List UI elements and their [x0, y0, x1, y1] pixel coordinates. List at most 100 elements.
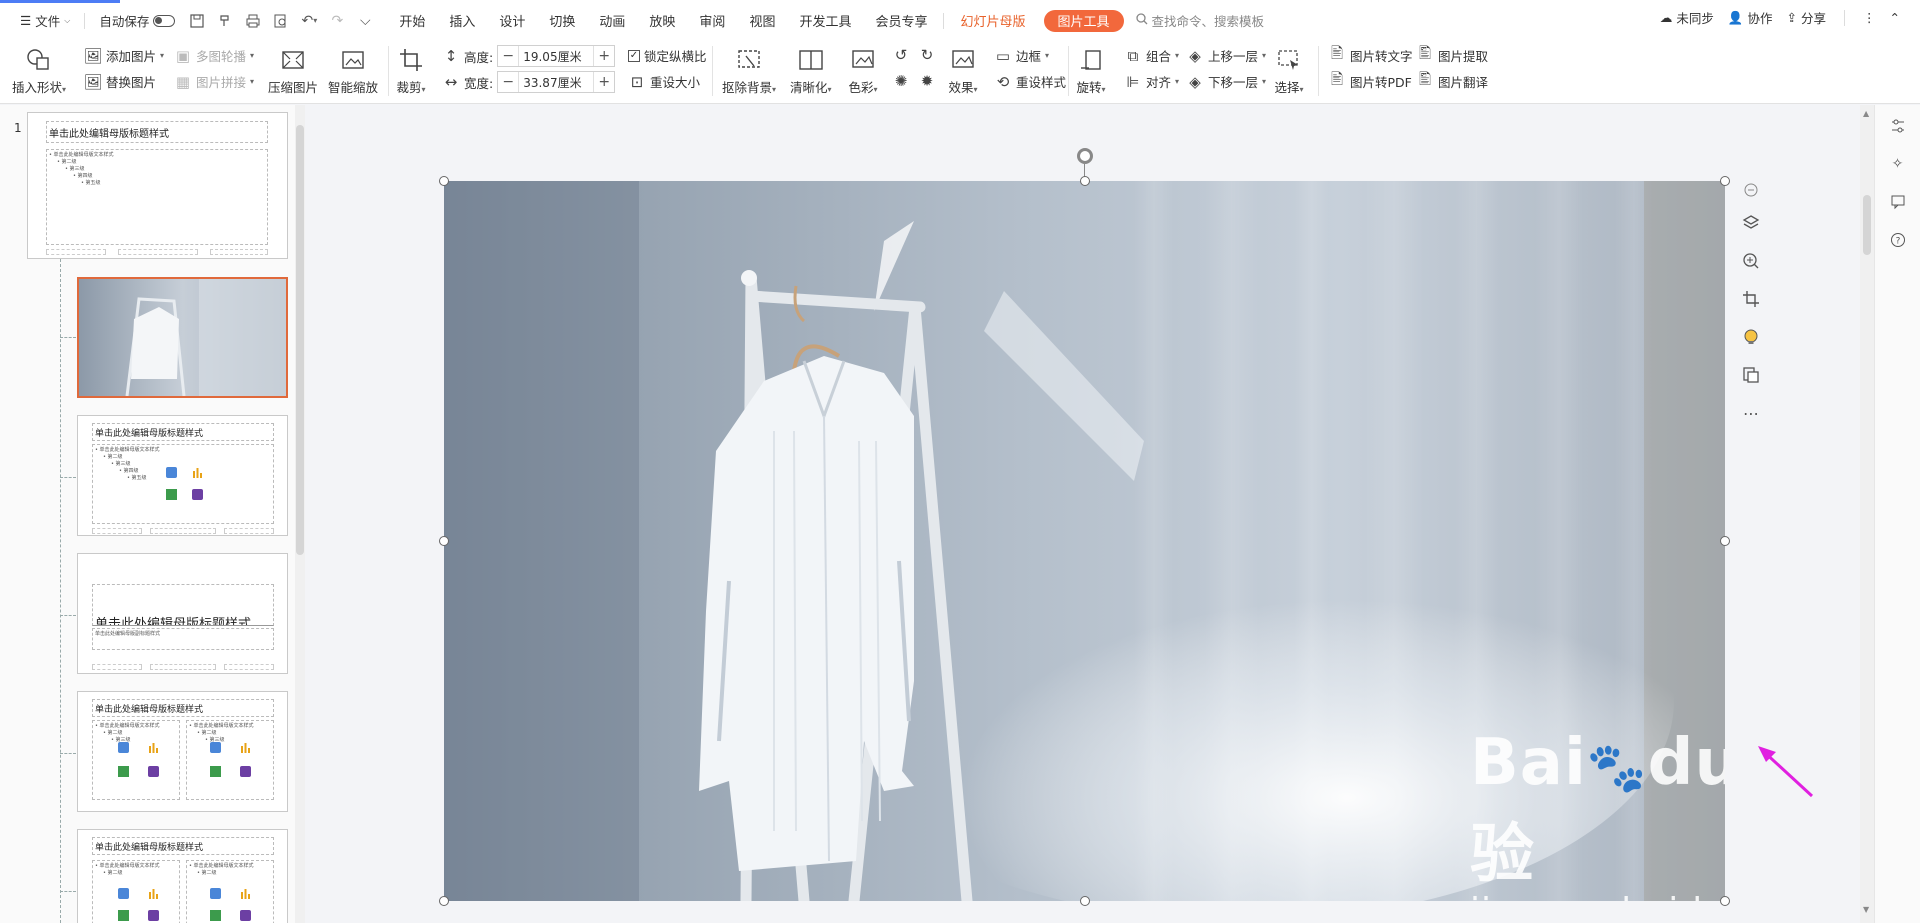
crop-button[interactable]: 裁剪▾	[396, 46, 426, 96]
picture-to-pdf-button[interactable]: 🖹 图片转PDF	[1328, 70, 1412, 91]
resize-handle-top-right[interactable]	[1720, 176, 1730, 186]
command-search[interactable]: 查找命令、搜索模板	[1135, 11, 1264, 30]
align-button[interactable]: ⊫ 对齐 ▾	[1124, 72, 1179, 91]
comment-icon[interactable]	[1887, 191, 1909, 213]
tab-picture-tools[interactable]: 图片工具	[1043, 9, 1124, 32]
print-icon[interactable]	[241, 9, 265, 33]
tab-home[interactable]: 开始	[387, 7, 437, 35]
resize-handle-left[interactable]	[439, 536, 449, 546]
height-input[interactable]	[518, 46, 595, 66]
picture-extract-button[interactable]: 🖺 图片提取	[1416, 44, 1488, 65]
tab-animation[interactable]: 动画	[587, 7, 637, 35]
checkbox-checked-icon[interactable]: ✓	[628, 49, 640, 62]
remove-background-button[interactable]: 抠除背景▾	[722, 46, 776, 96]
divider	[388, 46, 389, 96]
resize-handle-top[interactable]	[1080, 176, 1090, 186]
redo-icon[interactable]: ↷	[325, 9, 349, 33]
group-button[interactable]: ⧉ 组合 ▾	[1124, 46, 1179, 65]
undo-icon[interactable]: ↶ ▾	[297, 9, 321, 33]
layout-thumbnail[interactable]: 单击此处编辑母版标题样式 • 单击此处编辑母版文本样式 • 第二级 • 单击此处…	[77, 829, 288, 923]
color-button[interactable]: 色彩▾	[848, 46, 878, 96]
picture-translate-button[interactable]: 🖺 图片翻译	[1416, 70, 1488, 91]
width-decrement-button[interactable]: −	[498, 74, 518, 90]
scroll-up-icon[interactable]: ▲	[1863, 109, 1869, 118]
picture-collage-button[interactable]: ▦ 图片拼接 ▾	[174, 72, 254, 91]
tab-view[interactable]: 视图	[737, 7, 787, 35]
height-increment-button[interactable]: +	[594, 48, 614, 64]
reset-style-button[interactable]: ⟲ 重设样式	[994, 72, 1066, 91]
scrollbar-thumb[interactable]	[296, 125, 304, 555]
rotate-button[interactable]: 旋转▾	[1076, 46, 1106, 96]
width-input[interactable]	[518, 72, 595, 92]
layers-icon[interactable]	[1738, 210, 1764, 236]
tab-member[interactable]: 会员专享	[863, 7, 939, 35]
save-icon[interactable]	[185, 9, 209, 33]
resize-handle-bottom[interactable]	[1080, 896, 1090, 906]
select-button[interactable]: 选择▾	[1274, 46, 1304, 96]
sync-button[interactable]: ☁ 未同步	[1660, 8, 1714, 27]
scrollbar-thumb[interactable]	[1863, 195, 1871, 255]
share-button[interactable]: ⇪ 分享	[1787, 8, 1827, 27]
selected-picture[interactable]: Bai🐾du经验 jingyan.baidu.com	[444, 181, 1725, 901]
effects-button[interactable]: 效果▾	[948, 46, 978, 96]
more-quick-access-icon[interactable]: ⌵	[353, 9, 377, 33]
adjust-sliders-icon[interactable]	[1887, 115, 1909, 137]
layout-connector	[60, 337, 76, 338]
thumbnail-scrollbar[interactable]	[295, 105, 305, 923]
sharpen-button[interactable]: 清晰化▾	[790, 46, 832, 96]
add-picture-button[interactable]: 🖼 添加图片 ▾	[83, 46, 164, 65]
magic-wand-icon[interactable]: ✧	[1887, 153, 1909, 175]
send-backward-button[interactable]: ◈ 下移一层 ▾	[1186, 72, 1266, 91]
height-decrement-button[interactable]: −	[498, 48, 518, 64]
more-menu-icon[interactable]: ⋮	[1863, 10, 1876, 25]
resize-handle-bottom-right[interactable]	[1720, 896, 1730, 906]
collapse-ribbon-icon[interactable]: ⌃	[1890, 10, 1900, 25]
resize-handle-bottom-left[interactable]	[439, 896, 449, 906]
autosave-toggle[interactable]: 自动保存	[93, 8, 181, 34]
picture-to-pdf-float-icon[interactable]	[1738, 362, 1764, 388]
tab-developer[interactable]: 开发工具	[787, 7, 863, 35]
tab-insert[interactable]: 插入	[437, 7, 487, 35]
resize-handle-top-left[interactable]	[439, 176, 449, 186]
rotate-right-small-button[interactable]: ↻	[918, 46, 936, 64]
format-painter-icon[interactable]	[213, 9, 237, 33]
layout-thumbnail[interactable]: 单击此处编辑母版标题样式 单击此处编辑母版副标题样式	[77, 553, 288, 674]
master-slide-thumbnail[interactable]: 单击此处编辑母版标题样式 • 单击此处编辑母版文本样式 • 第二级 • 第三级 …	[27, 112, 288, 259]
tab-review[interactable]: 审阅	[687, 7, 737, 35]
picture-to-text-button[interactable]: 🖹 图片转文字	[1328, 44, 1413, 65]
crop-icon[interactable]	[1738, 286, 1764, 312]
lock-ratio-checkbox[interactable]: ✓ 锁定纵横比	[628, 46, 707, 65]
tab-slide-master[interactable]: 幻灯片母版	[948, 7, 1037, 35]
tab-slideshow[interactable]: 放映	[637, 7, 687, 35]
compress-picture-button[interactable]: 压缩图片	[268, 46, 318, 96]
collapse-minus-icon[interactable]	[1738, 182, 1764, 198]
resize-handle-right[interactable]	[1720, 536, 1730, 546]
rotate-left-small-button[interactable]: ↺	[892, 46, 910, 64]
width-increment-button[interactable]: +	[594, 74, 614, 90]
multi-carousel-button[interactable]: ▣ 多图轮播 ▾	[174, 46, 254, 65]
tab-transition[interactable]: 切换	[537, 7, 587, 35]
layout-thumbnail[interactable]: 单击此处编辑母版标题样式 • 单击此处编辑母版文本样式 • 第二级 • 第三级 …	[77, 415, 288, 536]
collab-button[interactable]: 👤 协作	[1728, 8, 1773, 27]
zoom-in-icon[interactable]	[1738, 248, 1764, 274]
file-menu[interactable]: ☰ 文件 ⌵	[14, 8, 76, 34]
lightbulb-icon[interactable]	[1738, 324, 1764, 350]
canvas-scrollbar[interactable]: ▲ ▼	[1860, 105, 1874, 923]
help-icon[interactable]: ?	[1887, 229, 1909, 251]
reset-size-button[interactable]: ⊡ 重设大小	[628, 72, 700, 91]
replace-picture-button[interactable]: 🖼 替换图片	[83, 72, 156, 91]
layout-thumbnail[interactable]: 单击此处编辑母版标题样式 • 单击此处编辑母版文本样式 • 第二级 • 第三级 …	[77, 691, 288, 812]
more-options-icon[interactable]: ⋯	[1738, 400, 1764, 426]
brightness-increase-button[interactable]: ✺	[892, 72, 910, 90]
print-preview-icon[interactable]	[269, 9, 293, 33]
tab-design[interactable]: 设计	[487, 7, 537, 35]
layout-thumbnail-selected[interactable]	[77, 277, 288, 398]
border-button[interactable]: ▭ 边框 ▾	[994, 46, 1049, 65]
insert-shape-button[interactable]: 插入形状▾	[12, 46, 66, 96]
toggle-switch-icon[interactable]	[153, 14, 176, 27]
bring-forward-button[interactable]: ◈ 上移一层 ▾	[1186, 46, 1266, 65]
smart-zoom-button[interactable]: 智能缩放	[328, 46, 378, 96]
rotate-handle-icon[interactable]	[1077, 148, 1093, 164]
brightness-decrease-button[interactable]: ✹	[918, 72, 936, 90]
scroll-down-icon[interactable]: ▼	[1863, 905, 1869, 914]
